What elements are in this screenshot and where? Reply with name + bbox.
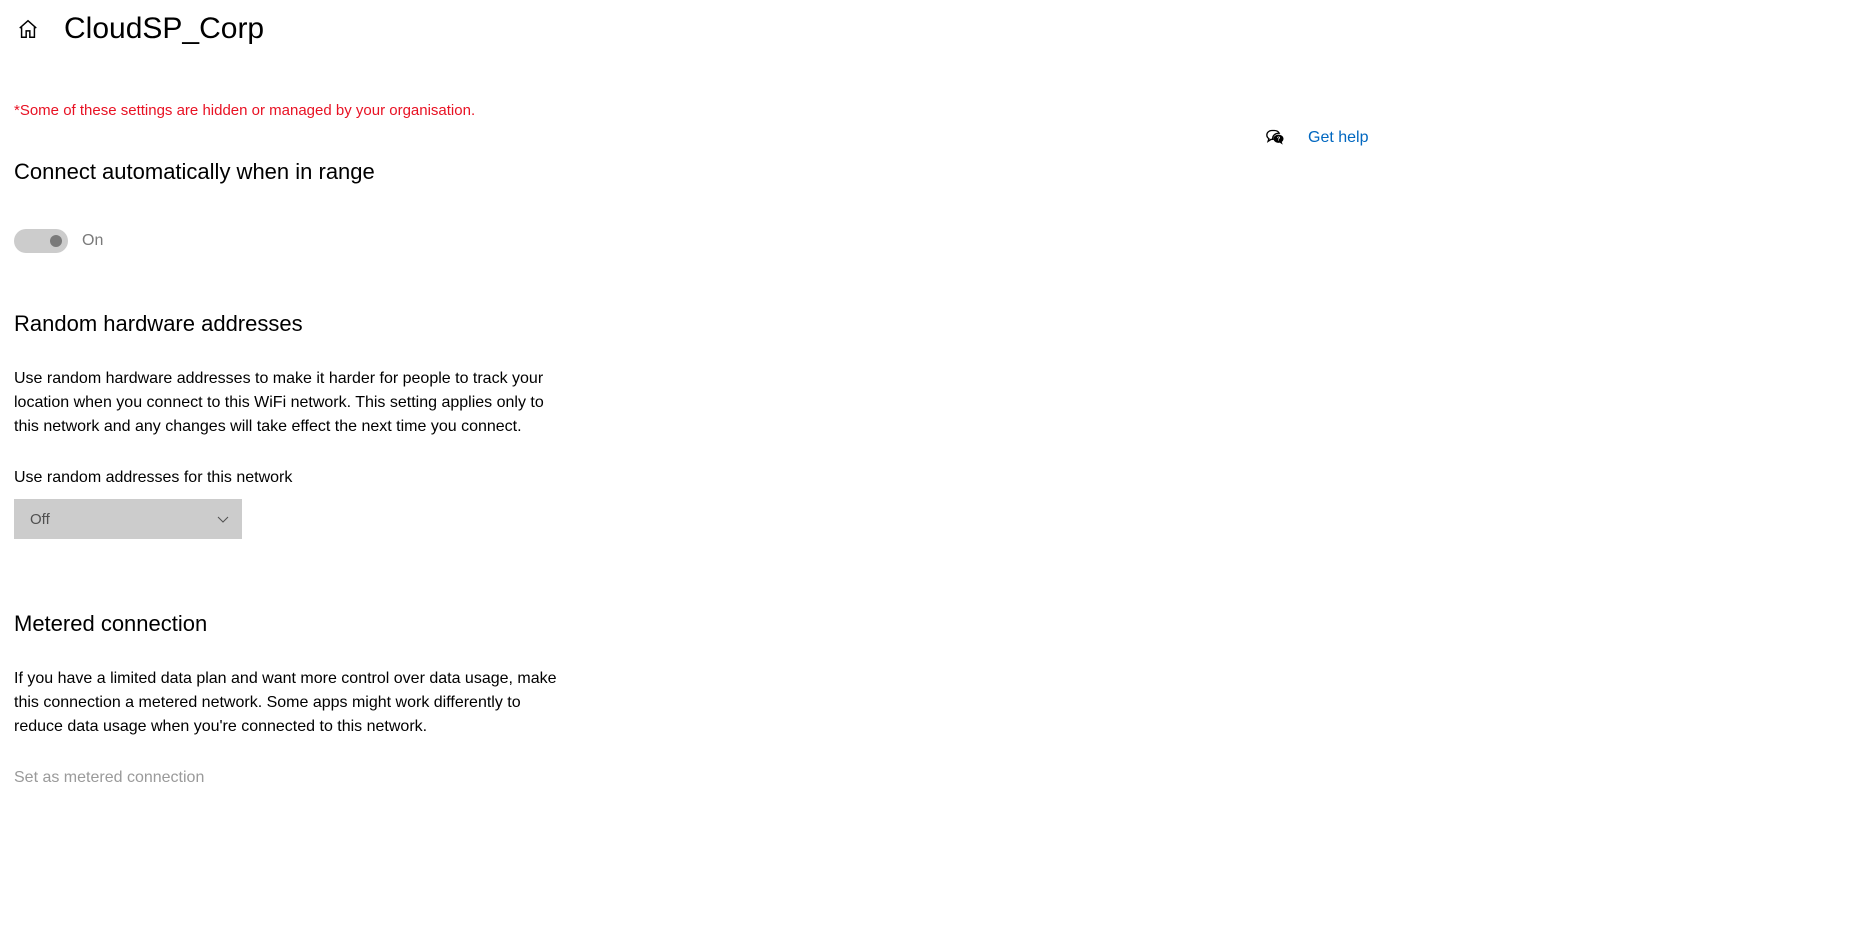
help-area: ? Get help — [1266, 128, 1368, 148]
random-hw-select-value: Off — [30, 511, 50, 528]
get-help-link[interactable]: Get help — [1308, 129, 1368, 147]
home-icon[interactable] — [16, 17, 40, 41]
random-hw-select: Off — [14, 499, 242, 539]
metered-heading: Metered connection — [14, 611, 566, 637]
random-hw-description: Use random hardware addresses to make it… — [14, 367, 566, 439]
auto-connect-toggle-label: On — [82, 232, 103, 250]
page-title: CloudSP_Corp — [64, 12, 264, 46]
random-hw-field-label: Use random addresses for this network — [14, 469, 566, 487]
managed-notice: *Some of these settings are hidden or ma… — [14, 102, 566, 119]
auto-connect-toggle-row: On — [14, 229, 566, 253]
chevron-down-icon — [216, 512, 230, 526]
metered-disabled-label: Set as metered connection — [14, 769, 566, 787]
content-area: *Some of these settings are hidden or ma… — [0, 102, 580, 787]
svg-text:?: ? — [1277, 136, 1281, 142]
header: CloudSP_Corp — [0, 0, 1865, 46]
help-icon: ? — [1266, 128, 1286, 148]
auto-connect-toggle — [14, 229, 68, 253]
random-hw-heading: Random hardware addresses — [14, 311, 566, 337]
metered-description: If you have a limited data plan and want… — [14, 667, 566, 739]
toggle-knob — [50, 235, 62, 247]
auto-connect-heading: Connect automatically when in range — [14, 159, 566, 185]
